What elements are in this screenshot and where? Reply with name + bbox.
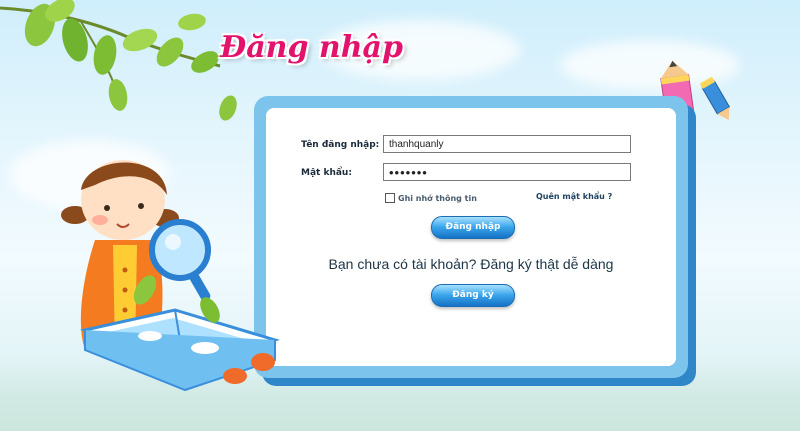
remember-me[interactable]: Ghi nhớ thông tin [385,193,477,203]
password-field[interactable] [383,163,631,181]
password-label: Mật khẩu: [301,168,352,178]
leaf-branch [0,0,237,121]
remember-label: Ghi nhớ thông tin [398,193,477,203]
forgot-password-link[interactable]: Quên mật khẩu ? [536,192,612,201]
signup-prompt: Bạn chưa có tài khoản? Đăng ký thật dễ d… [328,256,614,272]
page-title: Đăng nhập [220,30,403,65]
signup-button[interactable]: Đăng ký [431,284,515,307]
username-label: Tên đăng nhập: [301,140,380,150]
remember-checkbox[interactable] [385,193,395,203]
girl-reading-illustration [61,160,280,392]
login-button[interactable]: Đăng nhập [431,216,515,239]
username-field[interactable] [383,135,631,153]
